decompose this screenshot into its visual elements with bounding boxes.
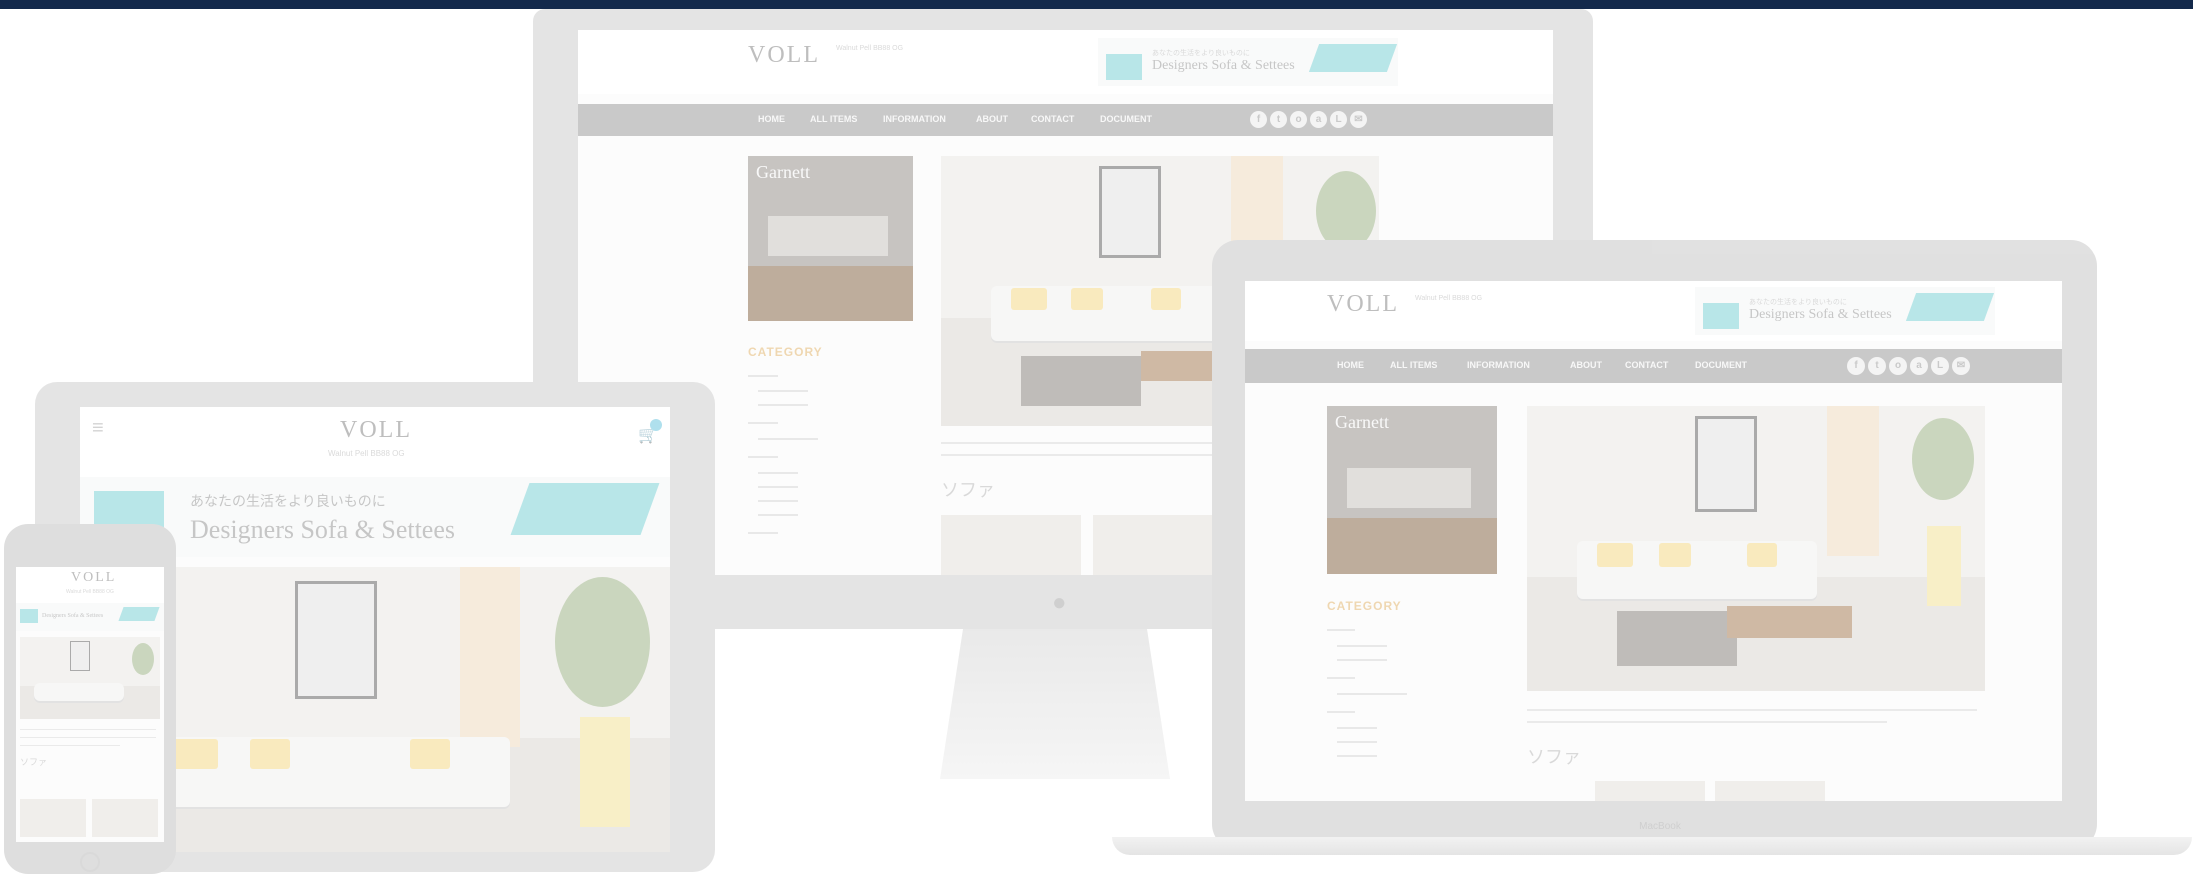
apple-logo-icon: ●: [1052, 589, 1067, 616]
nav-home[interactable]: HOME: [1337, 360, 1364, 370]
banner-chair-image: [1905, 293, 1995, 321]
site-tagline: Walnut Pell BB88 OG: [836, 45, 904, 52]
menu-icon[interactable]: ≡: [92, 418, 104, 438]
twitter-icon[interactable]: t: [1270, 111, 1287, 128]
laptop-screen: VOLL Walnut Pell BB88 OG あなたの生活をより良いものに …: [1245, 281, 2062, 801]
amazon-icon[interactable]: a: [1310, 111, 1327, 128]
header-banner[interactable]: Designers Sofa & Settees: [16, 603, 164, 631]
amazon-icon[interactable]: a: [1910, 357, 1928, 375]
thumb-title: Garnett: [1335, 412, 1389, 432]
nav-all-items[interactable]: ALL ITEMS: [1390, 360, 1437, 370]
site-tagline: Walnut Pell BB88 OG: [1415, 295, 1483, 302]
banner-subtitle: あなたの生活をより良いものに: [1749, 298, 1847, 306]
section-title: ソファ: [20, 757, 48, 767]
responsive-mockup: VOLL Walnut Pell BB88 OG あなたの生活をより良いものに …: [0, 9, 2193, 874]
picture-frame: [1099, 166, 1161, 258]
nav-document[interactable]: DOCUMENT: [1695, 360, 1747, 370]
laptop-base: [1112, 837, 2192, 855]
section-title: ソファ: [941, 480, 995, 500]
featured-thumb[interactable]: Garnett: [1327, 406, 1497, 574]
banner-title: Designers Sofa & Settees: [1152, 58, 1295, 73]
banner-sofa-image: [1106, 54, 1142, 80]
banner-chair-image: [1308, 44, 1398, 72]
banner-sofa-image: [1703, 303, 1739, 329]
line-icon[interactable]: L: [1931, 357, 1949, 375]
picture-frame: [295, 581, 377, 699]
banner-title: Designers Sofa & Settees: [1749, 307, 1892, 322]
site-logo[interactable]: VOLL: [1327, 291, 1399, 318]
phone-screen: VOLL Walnut Pell BB88 OG Designers Sofa …: [16, 567, 164, 842]
site-logo[interactable]: VOLL: [71, 570, 116, 586]
hero-image[interactable]: [20, 637, 160, 719]
cart-badge: [650, 419, 662, 431]
section-title: ソファ: [1527, 747, 1581, 767]
nav-all-items[interactable]: ALL ITEMS: [810, 114, 857, 124]
desktop-nav: HOME ALL ITEMS INFORMATION ABOUT CONTACT…: [578, 104, 1553, 136]
monitor-stand: [940, 629, 1170, 779]
facebook-icon[interactable]: f: [1847, 357, 1865, 375]
banner-chair-image: [118, 607, 160, 621]
nav-contact[interactable]: CONTACT: [1625, 360, 1668, 370]
laptop-nav: HOME ALL ITEMS INFORMATION ABOUT CONTACT…: [1245, 349, 2062, 383]
hero-image[interactable]: [1527, 406, 1985, 691]
nav-about[interactable]: ABOUT: [976, 114, 1008, 124]
banner-subtitle: あなたの生活をより良いものに: [190, 495, 386, 510]
picture-frame: [1695, 416, 1757, 512]
banner-sofa-image: [20, 609, 38, 623]
laptop-brand-label: MacBook: [1639, 821, 1681, 832]
nav-about[interactable]: ABOUT: [1570, 360, 1602, 370]
nav-information[interactable]: INFORMATION: [1467, 360, 1530, 370]
instagram-icon[interactable]: o: [1290, 111, 1307, 128]
nav-document[interactable]: DOCUMENT: [1100, 114, 1152, 124]
top-bar: [0, 0, 2193, 9]
instagram-icon[interactable]: o: [1889, 357, 1907, 375]
site-logo[interactable]: VOLL: [748, 42, 820, 69]
banner-chair-image: [510, 483, 660, 535]
facebook-icon[interactable]: f: [1250, 111, 1267, 128]
nav-information[interactable]: INFORMATION: [883, 114, 946, 124]
home-button[interactable]: [80, 852, 100, 872]
twitter-icon[interactable]: t: [1868, 357, 1886, 375]
banner-subtitle: あなたの生活をより良いものに: [1152, 49, 1250, 57]
featured-thumb[interactable]: Garnett: [748, 156, 913, 321]
picture-frame: [70, 641, 90, 671]
site-tagline: Walnut Pell BB88 OG: [66, 589, 114, 595]
category-title: CATEGORY: [1327, 599, 1402, 613]
banner-title: Designers Sofa & Settees: [42, 613, 104, 619]
nav-contact[interactable]: CONTACT: [1031, 114, 1074, 124]
thumb-title: Garnett: [756, 162, 810, 182]
mail-icon[interactable]: ✉: [1350, 111, 1367, 128]
header-banner[interactable]: あなたの生活をより良いものに Designers Sofa & Settees: [1695, 287, 1995, 335]
site-logo[interactable]: VOLL: [340, 417, 412, 444]
mail-icon[interactable]: ✉: [1952, 357, 1970, 375]
site-tagline: Walnut Pell BB88 OG: [328, 449, 405, 458]
banner-title: Designers Sofa & Settees: [190, 515, 456, 544]
nav-home[interactable]: HOME: [758, 114, 785, 124]
line-icon[interactable]: L: [1330, 111, 1347, 128]
category-title: CATEGORY: [748, 345, 823, 359]
header-banner[interactable]: あなたの生活をより良いものに Designers Sofa & Settees: [1098, 38, 1398, 86]
